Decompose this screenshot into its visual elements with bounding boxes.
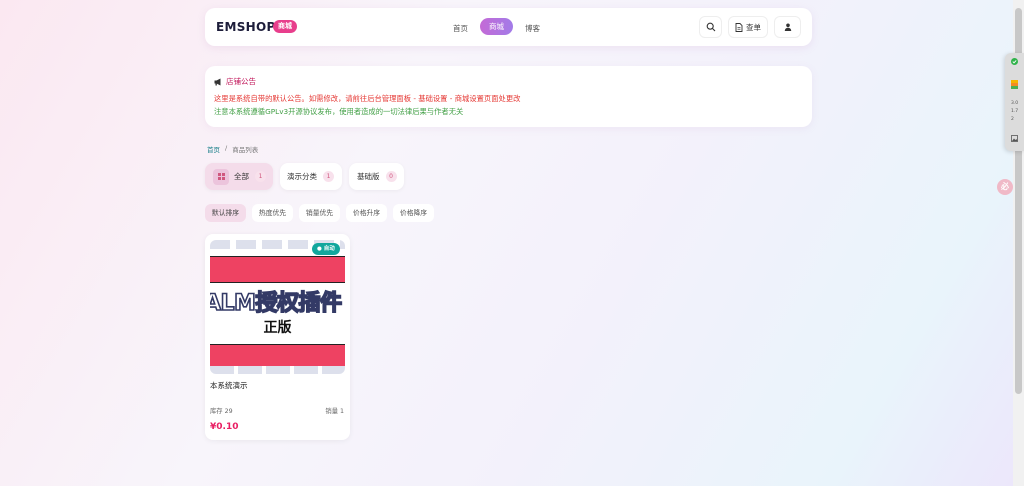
category-label: 基础版 bbox=[357, 172, 380, 181]
category-count: 1 bbox=[323, 171, 334, 182]
order-query-button[interactable]: 查单 bbox=[728, 16, 768, 38]
notice-text-license: 注意本系统遵循GPLv3开源协议发布，使用者造成的一切法律后果与作者无关 bbox=[214, 107, 464, 116]
nav-shop[interactable]: 商城 bbox=[480, 18, 513, 35]
image-red-band-bottom bbox=[210, 344, 345, 368]
grid-icon bbox=[213, 168, 229, 185]
category-label: 全部 bbox=[234, 172, 249, 181]
sort-price-asc[interactable]: 价格升序 bbox=[346, 204, 387, 222]
top-navbar: EMSHOP 商城 首页 商城 博客 查单 bbox=[205, 8, 812, 46]
side-value-1: 3.0 bbox=[1011, 101, 1019, 106]
bar-chart-icon bbox=[1011, 80, 1018, 89]
side-value-2: 1.7 bbox=[1011, 109, 1019, 114]
sort-sales[interactable]: 销量优先 bbox=[299, 204, 340, 222]
user-button[interactable] bbox=[774, 16, 801, 38]
brand-badge: 商城 bbox=[273, 20, 297, 33]
nav-home[interactable]: 首页 bbox=[453, 23, 468, 34]
category-count: 1 bbox=[255, 171, 266, 182]
sort-default[interactable]: 默认排序 bbox=[205, 204, 246, 222]
product-sales: 销量 1 bbox=[325, 408, 344, 415]
sort-price-desc[interactable]: 价格降序 bbox=[393, 204, 434, 222]
product-stock: 库存 29 bbox=[210, 408, 233, 415]
product-price: ¥0.10 bbox=[210, 422, 239, 432]
category-count: 0 bbox=[385, 171, 397, 182]
search-button[interactable] bbox=[699, 16, 722, 38]
product-card[interactable]: ALM授权插件 正版 ● 自动 本系统演示 库存 29 销量 1 ¥0.10 bbox=[205, 234, 350, 440]
product-image[interactable]: ALM授权插件 正版 bbox=[210, 240, 345, 374]
floating-action-button[interactable]: 必 bbox=[997, 179, 1013, 195]
store-notice: 店铺公告 这里是系统自带的默认公告。如需修改，请前往后台管理面板 - 基础设置 … bbox=[205, 66, 812, 127]
check-icon bbox=[1011, 58, 1018, 65]
user-icon bbox=[784, 23, 791, 31]
category-basic[interactable]: 基础版 0 bbox=[349, 163, 404, 190]
image-stripe-bottom bbox=[210, 366, 345, 374]
image-subtitle-text: 正版 bbox=[263, 320, 292, 336]
image-icon bbox=[1011, 135, 1018, 142]
category-label: 演示分类 bbox=[287, 172, 317, 181]
notice-title: 店铺公告 bbox=[226, 77, 256, 86]
side-extension-panel[interactable]: 3.0 1.7 2 bbox=[1005, 53, 1024, 151]
brand-logo[interactable]: EMSHOP bbox=[216, 20, 276, 34]
image-red-band-top bbox=[210, 256, 345, 283]
notice-header: 店铺公告 bbox=[214, 76, 256, 87]
product-name[interactable]: 本系统演示 bbox=[210, 380, 248, 391]
breadcrumb-home[interactable]: 首页 bbox=[207, 144, 220, 154]
sort-popularity[interactable]: 热度优先 bbox=[252, 204, 293, 222]
auto-delivery-badge: ● 自动 bbox=[312, 243, 340, 255]
image-title-text: ALM授权插件 bbox=[210, 290, 343, 317]
breadcrumb: 首页 / 商品列表 bbox=[207, 144, 258, 154]
nav-blog[interactable]: 博客 bbox=[525, 23, 540, 34]
search-icon bbox=[706, 22, 715, 32]
megaphone-icon bbox=[214, 78, 221, 85]
category-all[interactable]: 全部 1 bbox=[205, 163, 273, 190]
category-demo[interactable]: 演示分类 1 bbox=[280, 163, 342, 190]
document-icon bbox=[735, 22, 743, 32]
order-query-label: 查单 bbox=[746, 22, 761, 32]
side-value-3: 2 bbox=[1011, 117, 1014, 122]
breadcrumb-separator: / bbox=[225, 144, 228, 152]
notice-text-primary: 这里是系统自带的默认公告。如需修改，请前往后台管理面板 - 基础设置 - 商城设… bbox=[214, 94, 521, 103]
breadcrumb-current: 商品列表 bbox=[232, 146, 259, 154]
